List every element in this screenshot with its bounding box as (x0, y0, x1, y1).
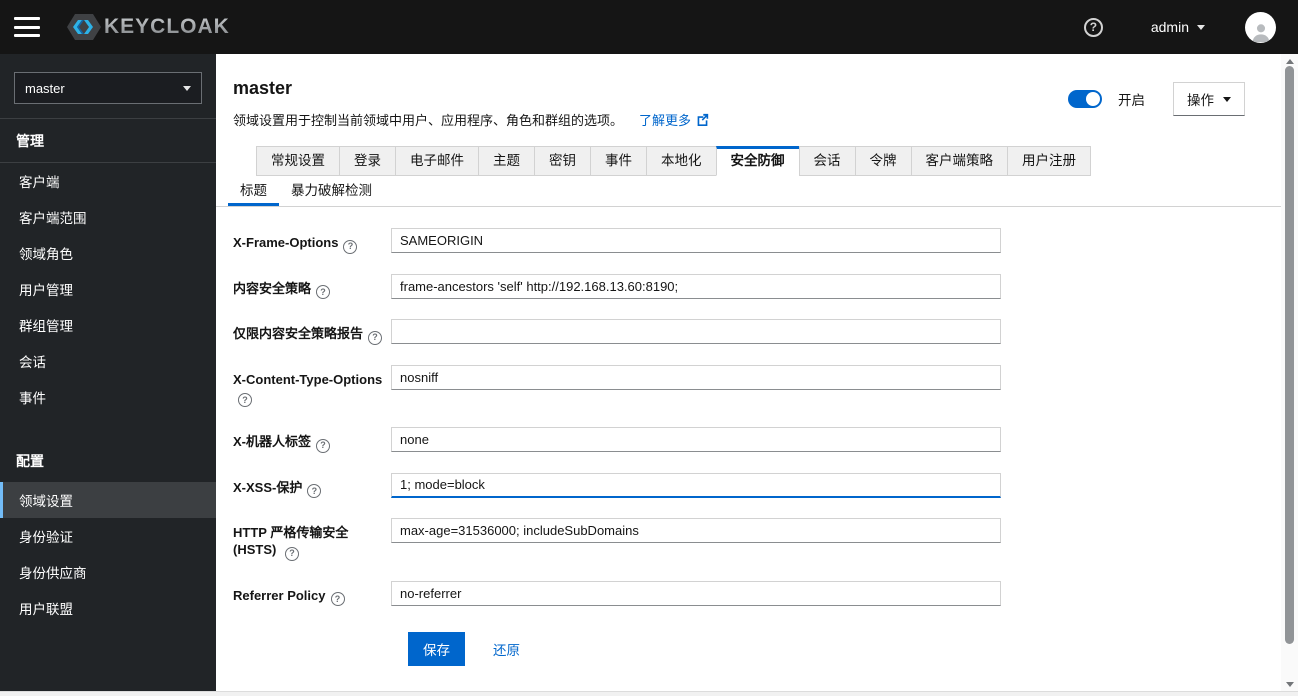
tab-tokens[interactable]: 令牌 (854, 146, 912, 176)
help-icon[interactable]: ? (238, 393, 252, 407)
sidebar-item-realm-settings[interactable]: 领域设置 (0, 482, 216, 518)
username: admin (1150, 19, 1189, 35)
tab-email[interactable]: 电子邮件 (395, 146, 479, 176)
revert-link[interactable]: 还原 (493, 639, 520, 659)
help-icon[interactable]: ? (1083, 17, 1103, 37)
tab-login[interactable]: 登录 (339, 146, 396, 176)
field-label-content-security-policy: 内容安全策略? (233, 274, 391, 299)
field-label-referrer-policy: Referrer Policy? (233, 581, 391, 606)
tab-themes[interactable]: 主题 (478, 146, 535, 176)
avatar[interactable] (1245, 11, 1276, 43)
toggle-label: 开启 (1118, 93, 1145, 108)
form-row: 仅限内容安全策略报告? (233, 319, 1281, 345)
user-menu[interactable]: admin (1151, 19, 1205, 35)
chevron-down-icon (183, 85, 191, 91)
tab-events[interactable]: 事件 (590, 146, 647, 176)
tab-keys[interactable]: 密钥 (534, 146, 591, 176)
tab-client-policies[interactable]: 客户端策略 (910, 146, 1008, 176)
csp-report-only-input[interactable] (391, 319, 1001, 344)
sidebar-item-user-federation[interactable]: 用户联盟 (0, 590, 216, 626)
referrer-policy-input[interactable] (391, 580, 1001, 606)
x-xss-protection-input[interactable] (391, 472, 1001, 498)
learn-more-link[interactable]: 了解更多 (639, 110, 709, 129)
field-label-csp-report-only: 仅限内容安全策略报告? (233, 319, 391, 345)
page-title: master (233, 78, 293, 98)
subtab-headers[interactable]: 标题 (228, 176, 279, 206)
tab-sessions[interactable]: 会话 (798, 146, 856, 176)
hamburger-menu-icon[interactable] (14, 17, 40, 37)
keycloak-logo-icon (67, 14, 101, 40)
security-defenses-subtabs: 标题 暴力破解检测 (216, 176, 1281, 207)
chevron-down-icon (1197, 24, 1205, 30)
horizontal-scrollbar-track[interactable] (0, 691, 1298, 696)
form-row: X-XSS-保护? (233, 472, 1281, 498)
help-icon[interactable]: ? (316, 285, 331, 299)
hsts-input[interactable] (391, 518, 1001, 543)
sidebar-item-clients[interactable]: 客户端 (0, 163, 216, 199)
field-label-x-frame-options: X-Frame-Options? (233, 228, 391, 254)
help-icon[interactable]: ? (368, 330, 383, 345)
form-row: X-机器人标签? (233, 427, 1281, 453)
x-frame-options-input[interactable] (391, 228, 1001, 253)
person-icon (1252, 23, 1269, 42)
vertical-scrollbar[interactable] (1281, 54, 1298, 691)
scroll-down-arrow-icon[interactable] (1281, 677, 1298, 691)
tab-security-defenses[interactable]: 安全防御 (715, 146, 800, 176)
sidebar-item-sessions[interactable]: 会话 (0, 343, 216, 379)
realm-selector-value: master (25, 80, 65, 96)
help-icon[interactable]: ? (330, 592, 345, 606)
sidebar: master 管理 客户端 客户端范围 领域角色 用户管理 群组管理 会话 事件… (0, 54, 216, 696)
page-header: master 领域设置用于控制当前领域中用户、应用程序、角色和群组的选项。 了解… (216, 54, 1281, 129)
form-row: X-Content-Type-Options? (233, 364, 1281, 407)
page-description: 领域设置用于控制当前领域中用户、应用程序、角色和群组的选项。 (233, 113, 624, 128)
form-row: 内容安全策略? (233, 273, 1281, 299)
external-link-icon (697, 113, 709, 126)
keycloak-logo[interactable]: KEYCLOAK (66, 11, 230, 43)
field-label-x-content-type-options: X-Content-Type-Options? (233, 365, 391, 407)
help-icon[interactable]: ? (284, 546, 299, 561)
sidebar-item-realm-roles[interactable]: 领域角色 (0, 235, 216, 271)
realm-enabled-toggle[interactable] (1068, 90, 1102, 108)
tab-user-registration[interactable]: 用户注册 (1007, 146, 1091, 176)
sidebar-item-groups[interactable]: 群组管理 (0, 307, 216, 343)
sidebar-item-identity-providers[interactable]: 身份供应商 (0, 554, 216, 590)
field-label-hsts: HTTP 严格传输安全 (HSTS) ? (233, 518, 391, 561)
tab-general[interactable]: 常规设置 (256, 146, 340, 176)
top-bar: KEYCLOAK ? admin (0, 0, 1298, 54)
sidebar-item-client-scopes[interactable]: 客户端范围 (0, 199, 216, 235)
realm-settings-tabs: 常规设置 登录 电子邮件 主题 密钥 事件 本地化 安全防御 会话 令牌 客户端… (256, 146, 1281, 176)
main-content: master 领域设置用于控制当前领域中用户、应用程序、角色和群组的选项。 了解… (216, 54, 1298, 696)
sidebar-item-events[interactable]: 事件 (0, 379, 216, 415)
nav-section-configure: 配置 (16, 453, 44, 469)
chevron-down-icon (1223, 96, 1231, 102)
tab-localization[interactable]: 本地化 (646, 146, 717, 176)
brand-text: KEYCLOAK (104, 15, 230, 38)
field-label-x-robots-tag: X-机器人标签? (233, 427, 391, 453)
subtab-brute-force-detection[interactable]: 暴力破解检测 (279, 176, 384, 206)
form-row: X-Frame-Options? (233, 228, 1281, 254)
help-icon[interactable]: ? (307, 484, 322, 498)
sidebar-item-authentication[interactable]: 身份验证 (0, 518, 216, 554)
nav-section-manage: 管理 (16, 133, 44, 149)
help-icon[interactable]: ? (316, 438, 331, 453)
form-row: Referrer Policy? (233, 580, 1281, 606)
content-security-policy-input[interactable] (391, 273, 1001, 299)
realm-selector[interactable]: master (14, 72, 202, 104)
save-button[interactable]: 保存 (408, 632, 465, 666)
actions-dropdown-button[interactable]: 操作 (1173, 82, 1245, 116)
sidebar-item-users[interactable]: 用户管理 (0, 271, 216, 307)
scrollbar-thumb[interactable] (1285, 66, 1294, 644)
field-label-x-xss-protection: X-XSS-保护? (233, 473, 391, 498)
x-content-type-options-input[interactable] (391, 364, 1001, 390)
form-row: HTTP 严格传输安全 (HSTS) ? (233, 518, 1281, 561)
help-icon[interactable]: ? (343, 239, 358, 254)
headers-form: X-Frame-Options? 内容安全策略? 仅限内容安全策略报告? X-C… (216, 207, 1281, 666)
x-robots-tag-input[interactable] (391, 427, 1001, 452)
